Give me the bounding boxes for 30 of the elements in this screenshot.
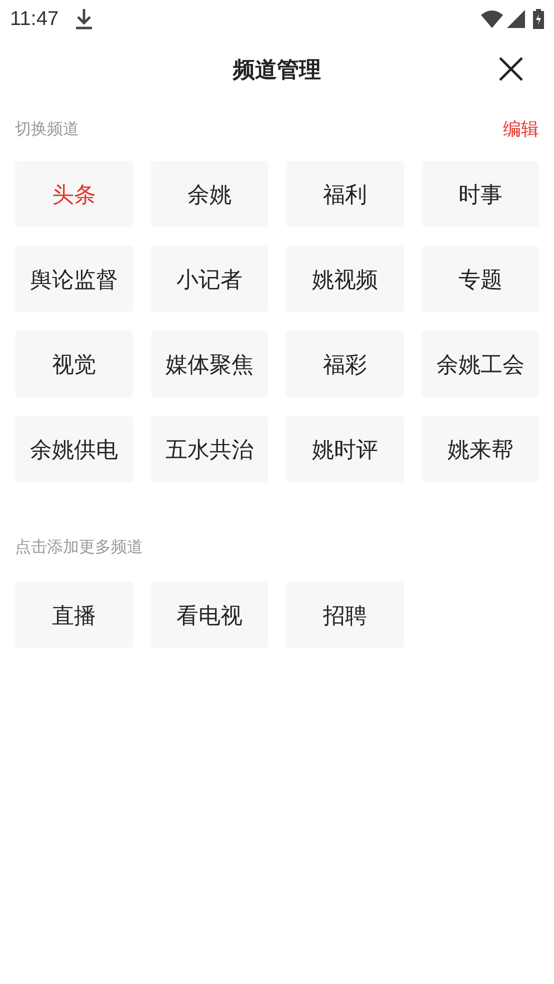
channel-tile[interactable]: 直播 xyxy=(15,582,132,648)
channel-tile[interactable]: 福利 xyxy=(286,161,404,227)
channel-tile[interactable]: 头条 xyxy=(15,161,132,227)
edit-button[interactable]: 编辑 xyxy=(503,116,539,143)
close-icon xyxy=(498,56,524,82)
channel-tile[interactable]: 姚视频 xyxy=(286,246,404,312)
channel-tile[interactable]: 视觉 xyxy=(15,331,132,397)
battery-icon xyxy=(533,9,544,29)
page-title: 频道管理 xyxy=(233,56,321,84)
section-label: 切换频道 xyxy=(15,120,79,140)
channel-tile[interactable]: 舆论监督 xyxy=(15,246,132,312)
channel-tile[interactable]: 招聘 xyxy=(286,582,404,648)
channel-tile[interactable]: 余姚 xyxy=(150,161,268,227)
channel-tile[interactable]: 福彩 xyxy=(286,331,404,397)
wifi-icon xyxy=(481,10,503,28)
channel-tile[interactable]: 姚时评 xyxy=(286,416,404,482)
channel-tile[interactable]: 看电视 xyxy=(150,582,268,648)
channel-tile[interactable]: 余姚工会 xyxy=(422,331,539,397)
channel-tile[interactable]: 专题 xyxy=(422,246,539,312)
channel-tile[interactable]: 姚来帮 xyxy=(422,416,539,482)
channel-tile[interactable]: 时事 xyxy=(422,161,539,227)
channel-tile[interactable]: 媒体聚焦 xyxy=(150,331,268,397)
download-icon xyxy=(74,8,93,30)
close-button[interactable] xyxy=(498,56,524,82)
channel-tile[interactable]: 五水共治 xyxy=(150,416,268,482)
channel-tile[interactable]: 小记者 xyxy=(150,246,268,312)
channel-tile[interactable]: 余姚供电 xyxy=(15,416,132,482)
signal-icon xyxy=(507,10,525,28)
section-label: 点击添加更多频道 xyxy=(15,539,143,556)
status-time: 11:47 xyxy=(10,7,59,32)
